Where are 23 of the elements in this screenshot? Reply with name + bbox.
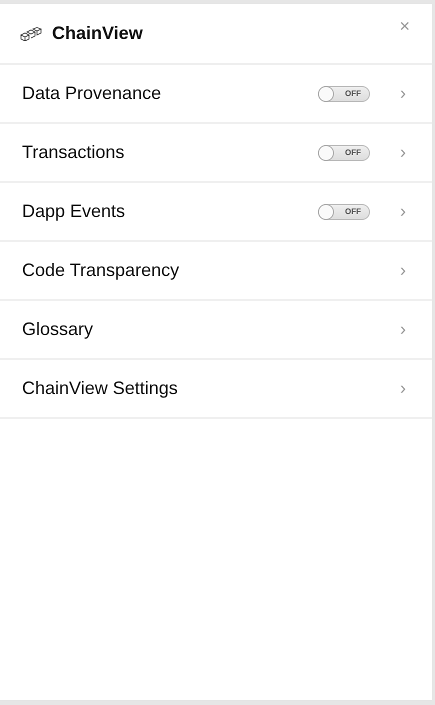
menu-item-label: Dapp Events [22, 201, 126, 222]
menu-item[interactable]: Glossary › [0, 301, 432, 360]
menu-item-label: Data Provenance [22, 83, 162, 104]
toggle-switch[interactable]: OFF [318, 144, 370, 160]
menu-item-label: ChainView Settings [22, 378, 179, 399]
chevron-icon: › [400, 260, 406, 281]
chevron-icon: › [400, 142, 406, 163]
toggle-switch[interactable]: OFF [318, 204, 370, 220]
chevron-icon: › [400, 201, 406, 222]
toggle-switch[interactable]: OFF [318, 86, 370, 102]
menu-item[interactable]: Data Provenance OFF › [0, 65, 432, 124]
app-title: ChainView [52, 23, 143, 44]
menu-item-label: Transactions [22, 142, 126, 163]
menu-item-label: Code Transparency [22, 260, 180, 281]
menu-item[interactable]: Dapp Events OFF › [0, 183, 432, 242]
chevron-icon: › [400, 378, 406, 399]
menu-item-label: Glossary [22, 319, 94, 340]
blocks-icon [20, 26, 42, 40]
menu-item[interactable]: ChainView Settings › [0, 360, 432, 419]
menu-item[interactable]: Transactions OFF › [0, 124, 432, 183]
menu-item[interactable]: Code Transparency › [0, 242, 432, 301]
chevron-icon: › [400, 83, 406, 104]
chevron-icon: › [400, 319, 406, 340]
